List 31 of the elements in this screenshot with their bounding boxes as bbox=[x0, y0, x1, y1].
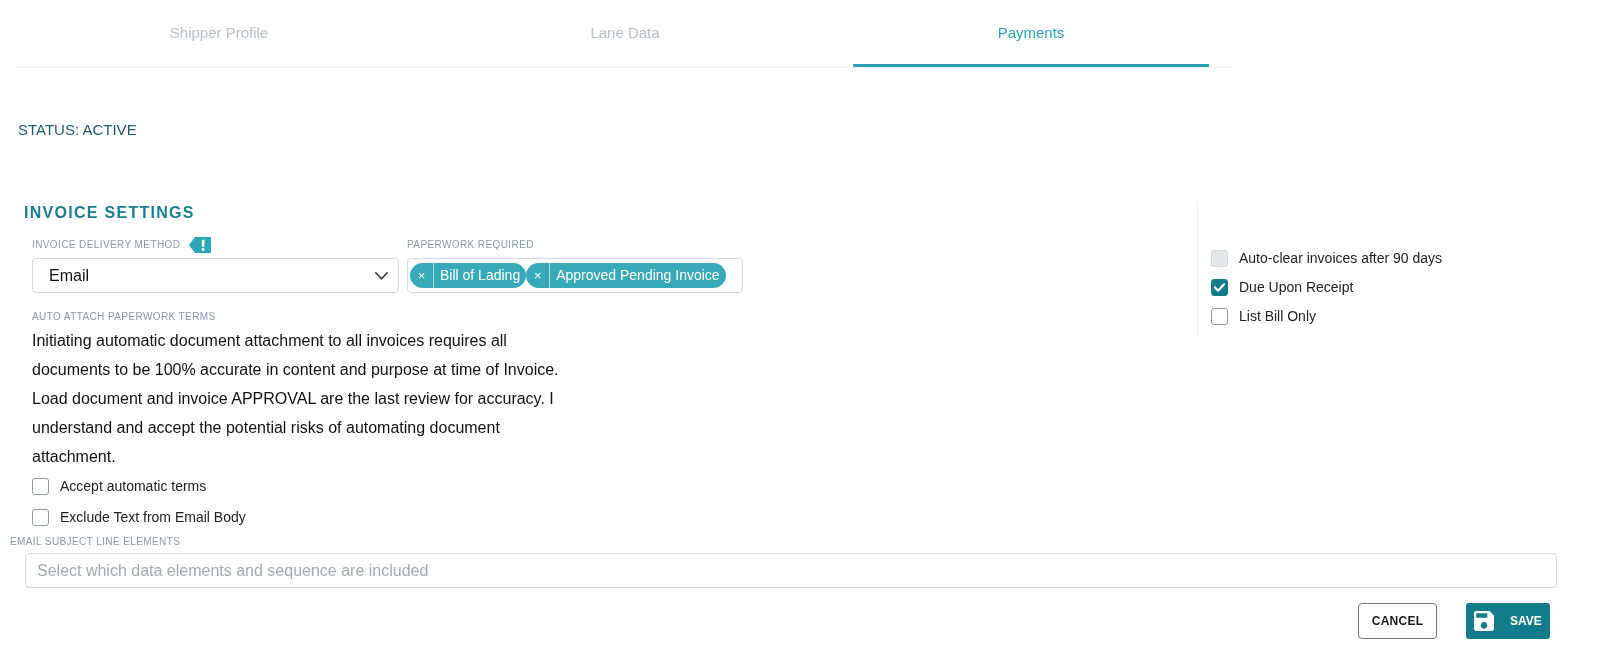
cancel-button[interactable]: CANCEL bbox=[1358, 603, 1437, 639]
tag-label: Bill of Lading bbox=[439, 266, 522, 285]
tab[interactable]: Shipper Profile bbox=[41, 0, 397, 67]
checkbox[interactable] bbox=[1211, 278, 1228, 296]
status-text: STATUS: ACTIVE bbox=[18, 120, 137, 140]
save-button[interactable]: SAVE bbox=[1466, 603, 1550, 639]
checkbox-label: Due Upon Receipt bbox=[1239, 278, 1354, 297]
checkbox-label: List Bill Only bbox=[1239, 307, 1317, 326]
remove-tag-button[interactable]: × bbox=[526, 263, 551, 288]
tab[interactable]: Lane Data bbox=[447, 0, 803, 67]
chevron-down-icon bbox=[375, 271, 388, 280]
checkmark-icon bbox=[1214, 282, 1225, 292]
checkbox[interactable] bbox=[32, 477, 49, 495]
section-title: INVOICE SETTINGS bbox=[24, 203, 195, 223]
field-label: AUTO ATTACH PAPERWORK TERMS bbox=[32, 311, 216, 323]
checkbox[interactable] bbox=[32, 508, 49, 526]
alert-tag-icon bbox=[189, 237, 212, 253]
checkbox-label: Auto-clear invoices after 90 days bbox=[1239, 249, 1443, 268]
checkbox[interactable] bbox=[1211, 307, 1228, 325]
checkbox-label: Accept automatic terms bbox=[60, 477, 207, 496]
delivery-method-select[interactable]: Email bbox=[32, 258, 399, 293]
tag-label: Approved Pending Invoice bbox=[555, 266, 721, 285]
field-label: EMAIL SUBJECT LINE ELEMENTS bbox=[10, 536, 181, 548]
terms-text: Initiating automatic document attachment to all invoices requires all documents to be 100% accurate in content and purpose at time of Invoice. Load document and invoice APPROVAL are the last review for accuracy. I understand and accept the potential risks of automating document attachment. bbox=[32, 331, 560, 467]
tab[interactable]: Payments bbox=[853, 0, 1209, 67]
field-label: PAPERWORK REQUIRED bbox=[407, 239, 534, 251]
checkbox-label: Exclude Text from Email Body bbox=[60, 508, 246, 527]
paperwork-tags-field[interactable]: × Bill of Lading × Approved Pending Invoice bbox=[407, 258, 743, 293]
field-label: INVOICE DELIVERY METHOD bbox=[32, 239, 181, 251]
remove-tag-button[interactable]: × bbox=[410, 263, 434, 288]
email-subject-input[interactable]: Select which data elements and sequence are included bbox=[25, 553, 1557, 588]
